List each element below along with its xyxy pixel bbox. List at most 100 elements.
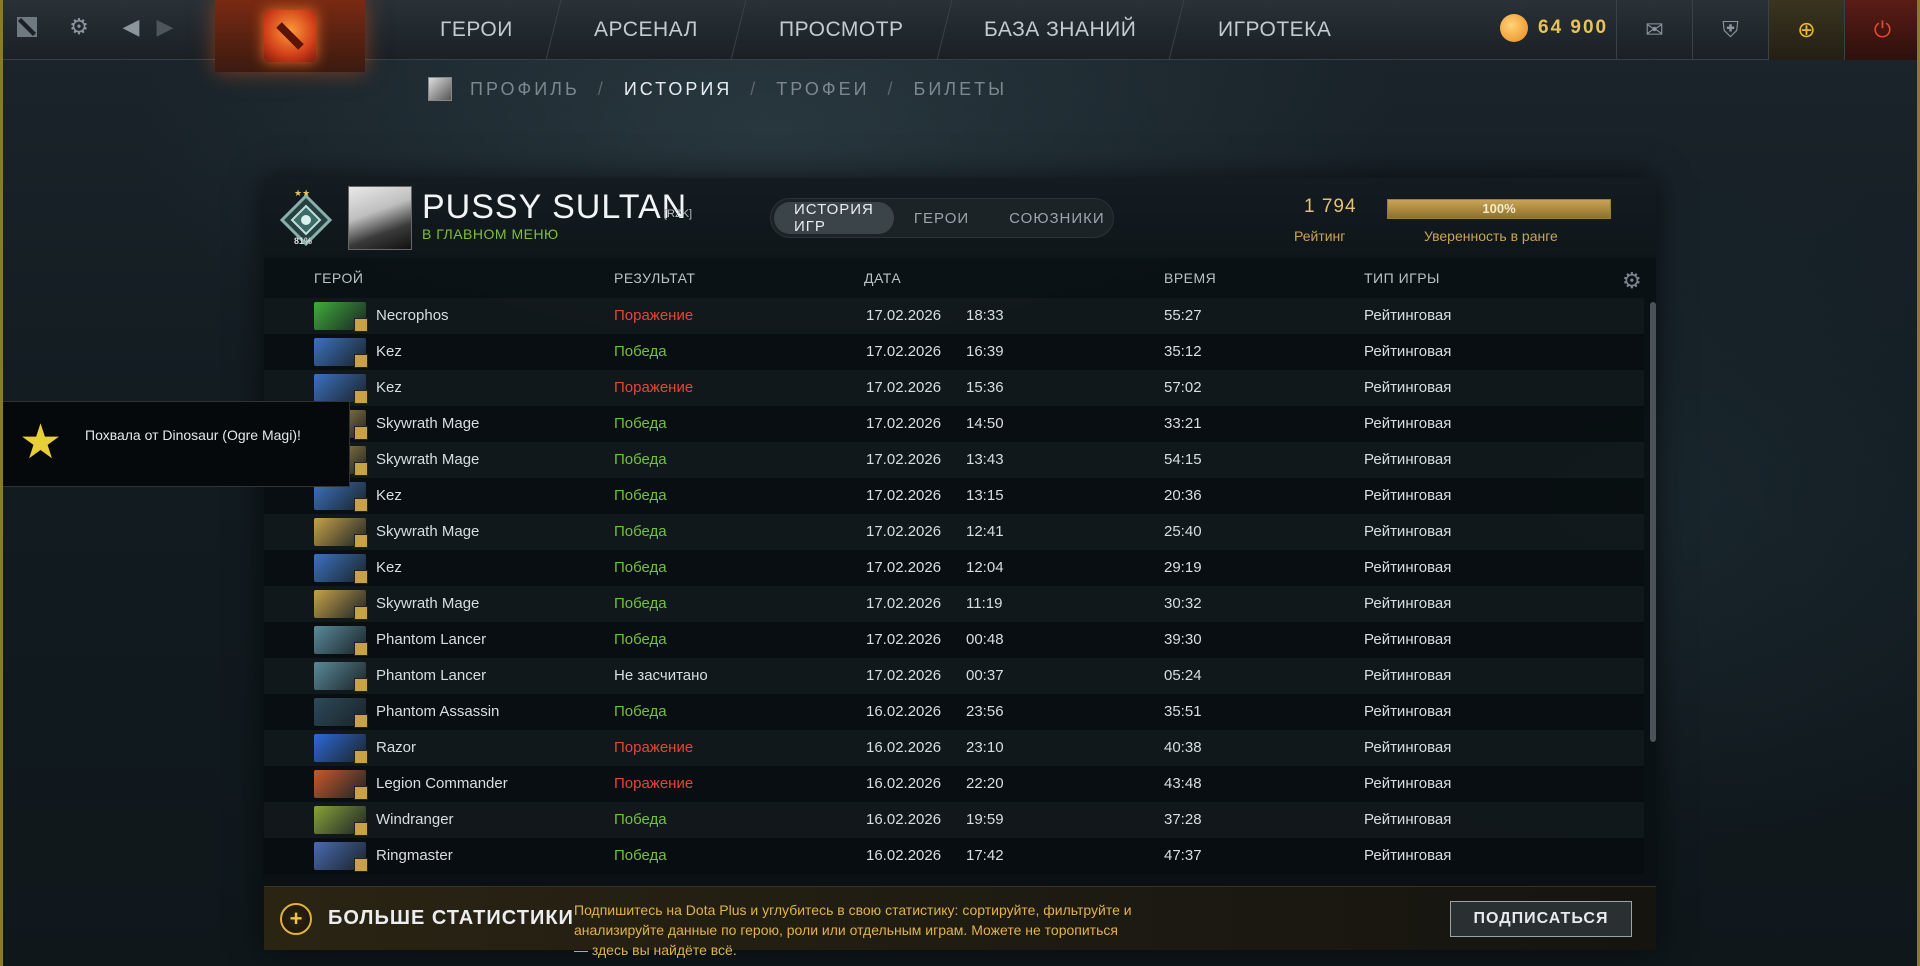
hero-name: Razor — [376, 739, 417, 756]
table-row[interactable]: Necrophos Поражение 17.02.2026 18:33 55:27 Ре… — [264, 298, 1644, 334]
match-list: Necrophos Поражение 17.02.2026 18:33 55:27 Ре… — [264, 298, 1644, 874]
match-duration: 35:51 — [1164, 703, 1202, 720]
match-date: 17.02.2026 — [866, 415, 942, 432]
dota-plus-icon: + — [280, 903, 312, 935]
match-duration: 33:21 — [1164, 415, 1202, 432]
table-row[interactable]: Kez Победа 17.02.2026 12:04 29:19 Рейтинговая — [264, 550, 1644, 586]
forward-arrow-icon[interactable]: ▶ — [150, 12, 180, 42]
match-result: Победа — [614, 847, 667, 864]
breadcrumb-separator: / — [597, 78, 606, 99]
nav-arsenal[interactable]: АРСЕНАЛ — [546, 0, 747, 60]
hero-name: Kez — [376, 379, 402, 396]
match-result: Поражение — [614, 775, 694, 792]
match-duration: 30:32 — [1164, 595, 1202, 612]
column-hero[interactable]: ГЕРОЙ — [314, 270, 363, 286]
table-row[interactable]: Skywrath Mage Победа 17.02.2026 11:19 30:32 Р… — [264, 586, 1644, 622]
breadcrumb-separator: / — [887, 78, 896, 99]
match-date: 17.02.2026 — [866, 379, 942, 396]
match-date: 17.02.2026 — [866, 631, 942, 648]
hero-portrait — [314, 806, 368, 836]
breadcrumb-history[interactable]: ИСТОРИЯ — [624, 79, 732, 100]
nav-learn[interactable]: БАЗА ЗНАНИЙ — [936, 0, 1186, 60]
table-row[interactable]: Phantom Lancer Не засчитано 17.02.2026 00:3… — [264, 658, 1644, 694]
game-type: Рейтинговая — [1364, 631, 1452, 648]
table-row[interactable]: Phantom Assassin Победа 16.02.2026 23:56 35:… — [264, 694, 1644, 730]
match-clock: 17:42 — [966, 847, 1004, 864]
breadcrumb-tickets[interactable]: БИЛЕТЫ — [914, 79, 1008, 100]
table-header: ГЕРОЙ РЕЗУЛЬТАТ ДАТА ВРЕМЯ ТИП ИГРЫ ⚙ — [264, 264, 1656, 294]
table-row[interactable]: Windranger Победа 16.02.2026 19:59 37:28 Рейт… — [264, 802, 1644, 838]
table-row[interactable]: Razor Поражение 16.02.2026 23:10 40:38 Рейтин… — [264, 730, 1644, 766]
table-row[interactable]: Kez Победа 17.02.2026 13:15 20:36 Рейтинговая — [264, 478, 1644, 514]
hero-name: Skywrath Mage — [376, 595, 480, 612]
match-clock: 18:33 — [966, 307, 1004, 324]
dota-logo-button[interactable] — [215, 0, 365, 72]
nav-watch[interactable]: ПРОСМОТР — [731, 0, 952, 60]
match-clock: 12:04 — [966, 559, 1004, 576]
subscribe-button[interactable]: ПОДПИСАТЬСЯ — [1450, 901, 1632, 937]
match-duration: 54:15 — [1164, 451, 1202, 468]
hero-portrait — [314, 734, 368, 764]
match-duration: 55:27 — [1164, 307, 1202, 324]
scrollbar[interactable] — [1650, 302, 1656, 742]
hero-name: Kez — [376, 487, 402, 504]
avatar[interactable] — [348, 186, 412, 250]
role-badge-icon — [354, 822, 368, 836]
match-result: Победа — [614, 631, 667, 648]
table-row[interactable]: Ringmaster Победа 16.02.2026 17:42 47:37 Рейт… — [264, 838, 1644, 874]
hero-portrait — [314, 626, 368, 656]
profile-breadcrumbs: ПРОФИЛЬ / ИСТОРИЯ / ТРОФЕИ / БИЛЕТЫ — [428, 76, 1007, 102]
match-clock: 11:19 — [966, 595, 1003, 612]
column-date[interactable]: ДАТА — [864, 270, 901, 286]
table-row[interactable]: Kez Победа 17.02.2026 16:39 35:12 Рейтинговая — [264, 334, 1644, 370]
table-row[interactable]: Kez Поражение 17.02.2026 15:36 57:02 Рейтинго… — [264, 370, 1644, 406]
match-result: Победа — [614, 595, 667, 612]
hero-name: Legion Commander — [376, 775, 508, 792]
tab-allies[interactable]: СОЮЗНИКИ — [989, 202, 1125, 234]
game-type: Рейтинговая — [1364, 595, 1452, 612]
role-badge-icon — [354, 642, 368, 656]
tab-heroes[interactable]: ГЕРОИ — [894, 202, 989, 234]
column-time[interactable]: ВРЕМЯ — [1164, 270, 1216, 286]
hero-portrait — [314, 842, 368, 872]
mail-icon[interactable]: ✉ — [1616, 0, 1692, 60]
role-badge-icon — [354, 426, 368, 440]
dota-icon[interactable] — [12, 12, 42, 42]
dota-plus-icon[interactable]: ⊕ — [1768, 0, 1844, 60]
tab-match-history[interactable]: ИСТОРИЯ ИГР — [774, 201, 894, 235]
shards-currency[interactable]: 64 900 — [1500, 14, 1608, 42]
svg-text:★★: ★★ — [294, 188, 310, 198]
main-menu: ГЕРОИ АРСЕНАЛ ПРОСМОТР БАЗА ЗНАНИЙ ИГРОТ… — [392, 0, 1371, 60]
rating-value: 1 794 — [1304, 196, 1357, 217]
gear-icon[interactable]: ⚙ — [64, 12, 94, 42]
hero-portrait — [314, 554, 368, 584]
nav-arcade[interactable]: ИГРОТЕКА — [1170, 0, 1378, 60]
table-row[interactable]: Skywrath Mage Победа 17.02.2026 14:50 33:21 Р… — [264, 406, 1644, 442]
hero-name: Ringmaster — [376, 847, 453, 864]
table-row[interactable]: Skywrath Mage Победа 17.02.2026 13:43 54:15 Р… — [264, 442, 1644, 478]
power-icon[interactable]: ⏻ — [1844, 0, 1920, 60]
match-result: Поражение — [614, 739, 694, 756]
hero-portrait — [314, 698, 368, 728]
column-result[interactable]: РЕЗУЛЬТАТ — [614, 270, 695, 286]
breadcrumb-profile[interactable]: ПРОФИЛЬ — [470, 79, 580, 100]
hero-portrait — [314, 518, 368, 548]
commend-toast[interactable]: ★ Похвала от Dinosaur (Ogre Magi)! — [0, 401, 350, 487]
gear-icon[interactable]: ⚙ — [1622, 270, 1644, 292]
column-game-type[interactable]: ТИП ИГРЫ — [1364, 270, 1440, 286]
table-row[interactable]: Legion Commander Поражение 16.02.2026 22:20… — [264, 766, 1644, 802]
nav-heroes[interactable]: ГЕРОИ — [392, 0, 562, 60]
breadcrumb-trophies[interactable]: ТРОФЕИ — [776, 79, 869, 100]
match-result: Победа — [614, 523, 667, 540]
role-badge-icon — [354, 786, 368, 800]
role-badge-icon — [354, 498, 368, 512]
match-date: 16.02.2026 — [866, 739, 942, 756]
back-arrow-icon[interactable]: ◀ — [116, 12, 146, 42]
match-clock: 19:59 — [966, 811, 1004, 828]
game-type: Рейтинговая — [1364, 847, 1452, 864]
table-row[interactable]: Phantom Lancer Победа 17.02.2026 00:48 39:30… — [264, 622, 1644, 658]
armory-icon[interactable]: ⛨ — [1692, 0, 1768, 60]
shards-value: 64 900 — [1538, 17, 1609, 38]
match-duration: 05:24 — [1164, 667, 1202, 684]
table-row[interactable]: Skywrath Mage Победа 17.02.2026 12:41 25:40 Р… — [264, 514, 1644, 550]
